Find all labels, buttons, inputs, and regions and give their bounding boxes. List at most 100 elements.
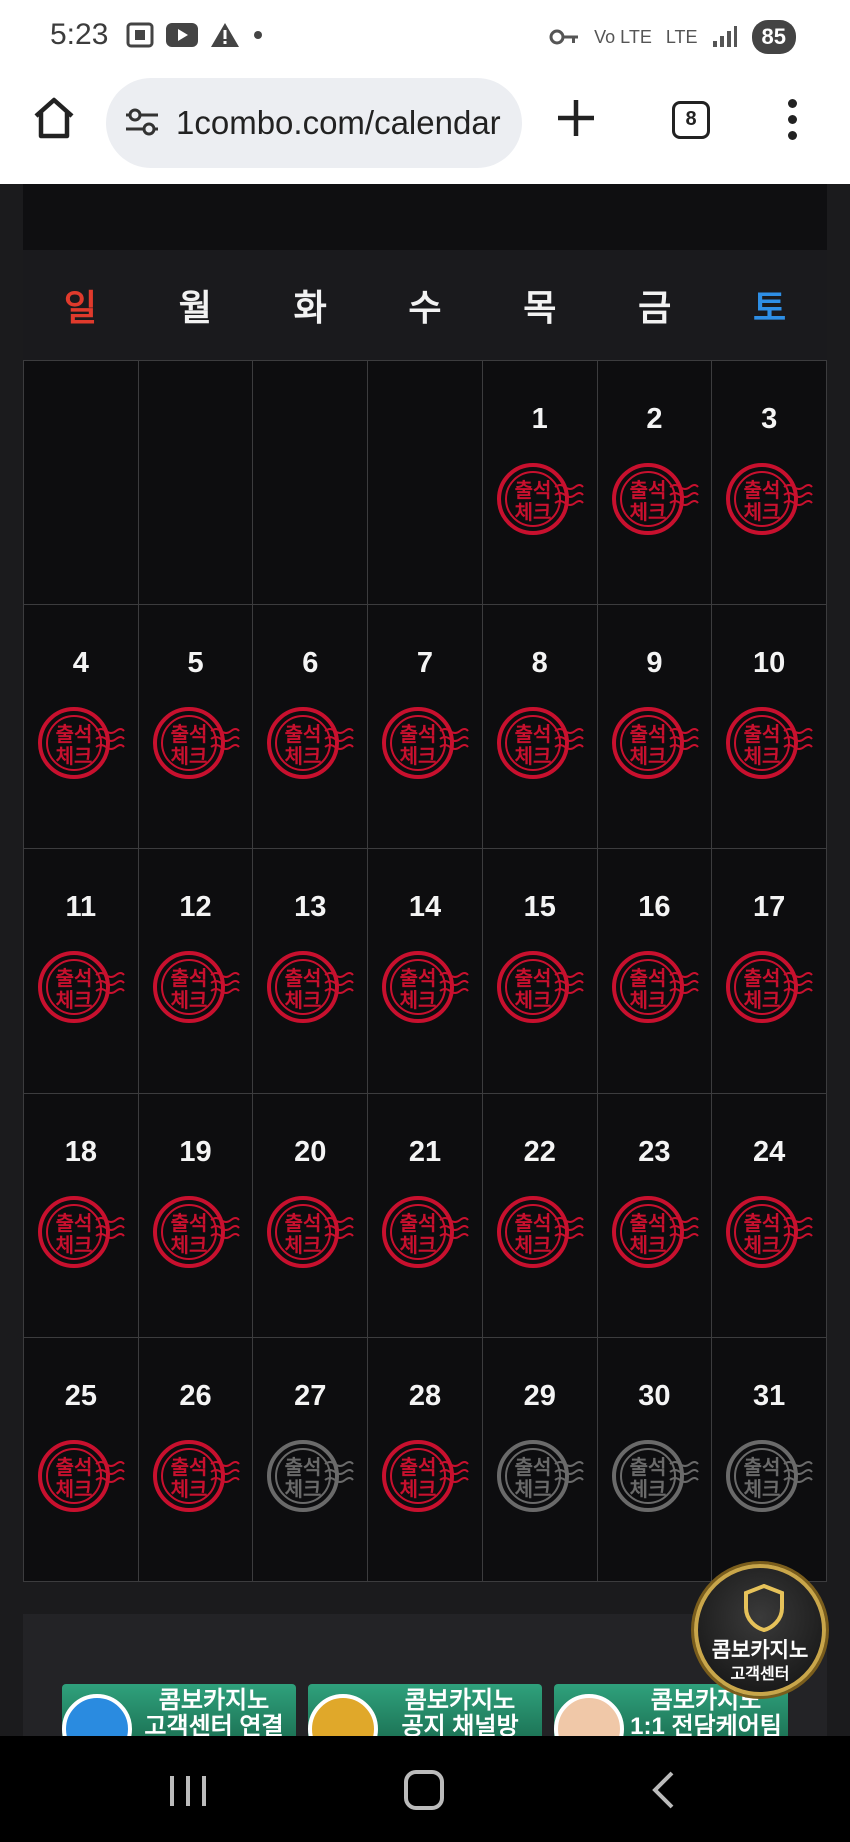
calendar-day[interactable]: 23 출석 체크 [597,1093,713,1338]
svg-text:체크: 체크 [285,1233,322,1257]
calendar-day[interactable]: 8 출석 체크 [482,605,598,850]
support-connect-banner[interactable]: 콤보카지노 고객센터 연결 [62,1684,296,1736]
customer-center-button[interactable]: 콤보카지노 고객센터 [694,1564,826,1696]
calendar-day[interactable]: 6 출석 체크 [253,605,369,850]
calendar-day[interactable]: 2 출석 체크 [597,361,713,606]
calendar-day[interactable]: 16 출석 체크 [597,849,713,1094]
notification-icons [126,22,264,48]
weekday-label: 화 [293,287,327,328]
day-number: 20 [294,1135,327,1168]
calendar-empty-cell [138,361,254,606]
battery-badge: 85 [751,20,796,54]
svg-text:출석: 출석 [170,1455,207,1479]
svg-text:체크: 체크 [400,1233,437,1257]
day-number: 24 [753,1135,786,1168]
day-number: 16 [638,891,671,924]
attendance-stamp-checked: 출석체크 [38,707,125,780]
key-icon [549,29,579,45]
attendance-stamp-checked: 출석체크 [152,951,240,1024]
calendar-day[interactable]: 30 출석 체크 [597,1337,713,1582]
attendance-stamp-checked: 출석체크 [382,707,469,780]
attendance-stamp-checked: 출석체크 [611,951,699,1024]
home-nav-icon[interactable] [404,1770,444,1810]
weekday-header: 일월화수목금토 [23,250,827,360]
calendar-empty-cell [253,361,369,606]
attendance-stamp-checked: 출석체크 [382,1439,469,1512]
day-number: 12 [179,891,212,924]
svg-text:체크: 체크 [400,744,437,768]
calendar-day[interactable]: 10 출석 체크 [712,605,827,850]
attendance-stamp-checked: 출석체크 [726,951,814,1024]
support-subtitle: 고객센터 [730,1666,790,1683]
telegram-icon [62,1694,132,1736]
calendar-day[interactable]: 1 출석 체크 [482,361,598,606]
svg-text:출석: 출석 [170,722,207,746]
recent-apps-icon[interactable] [168,1774,208,1808]
svg-text:체크: 체크 [514,500,551,524]
calendar-day[interactable]: 22 출석 체크 [482,1093,598,1338]
calendar-day[interactable]: 13 출석 체크 [253,849,369,1094]
calendar-day[interactable]: 25 출석 체크 [24,1337,139,1582]
attendance-stamp-checked: 출석체크 [38,1195,125,1268]
svg-text:출석: 출석 [285,1211,322,1235]
network-label: LTE [665,26,698,47]
weekday-label: 월 [178,287,212,328]
warning-icon [211,23,239,47]
calendar-day[interactable]: 4 출석 체크 [24,605,139,850]
day-number: 22 [523,1135,556,1168]
site-settings-icon[interactable] [124,106,160,138]
system-icons: Vo LTE LTE 85 [548,20,796,54]
calendar-day[interactable]: 21 출석 체크 [368,1093,483,1338]
calendar-day[interactable]: 29 출석 체크 [482,1337,598,1582]
notice-channel-banner[interactable]: 콤보카지노 공지 채널방 [308,1684,542,1736]
calendar-day[interactable]: 7 출석 체크 [368,605,483,850]
calendar-day[interactable]: 17 출석 체크 [712,849,827,1094]
bell-icon [308,1694,378,1736]
back-icon[interactable] [650,1770,676,1810]
attendance-stamp-empty: 출석체크 [726,1439,814,1512]
calendar-day[interactable]: 9 출석 체크 [597,605,713,850]
svg-text:출석: 출석 [744,722,781,746]
youtube-icon [166,23,198,47]
calendar-day[interactable]: 12 출석 체크 [138,849,254,1094]
calendar-day[interactable]: 20 출석 체크 [253,1093,369,1338]
svg-text:출석: 출석 [629,966,666,990]
attendance-stamp-checked: 출석체크 [38,1439,125,1512]
attendance-stamp-checked: 출석체크 [611,1195,699,1268]
page-content: 일월화수목금토 1 출석 체크 2 출석 체크 3 출석 체크 4 출석 체크 5 출석 체크 6 출석 체크 7 출… [0,184,850,1736]
calendar-day[interactable]: 27 출석 체크 [253,1337,369,1582]
svg-text:체크: 체크 [744,744,781,768]
tab-switcher-button[interactable]: 8 [672,101,710,139]
attendance-stamp-checked: 출석체크 [611,707,699,780]
attendance-stamp-checked: 출석체크 [152,1195,240,1268]
svg-text:체크: 체크 [170,1233,207,1257]
calendar-day[interactable]: 26 출석 체크 [138,1337,254,1582]
calendar-day[interactable]: 11 출석 체크 [24,849,139,1094]
weekday-label: 수 [408,287,442,328]
attendance-stamp-checked: 출석체크 [496,463,584,535]
calendar-day[interactable]: 5 출석 체크 [138,605,254,850]
calendar-day[interactable]: 3 출석 체크 [712,361,827,606]
day-number: 1 [531,403,548,435]
calendar-day[interactable]: 15 출석 체크 [482,849,598,1094]
svg-text:출석: 출석 [629,1455,666,1479]
calendar-day[interactable]: 19 출석 체크 [138,1093,254,1338]
address-bar[interactable]: 1combo.com/calendar [106,78,522,168]
svg-text:체크: 체크 [170,744,207,768]
attendance-stamp-checked: 출석체크 [726,1195,814,1268]
avatar-icon [554,1694,624,1736]
volte-label: Vo LTE [594,26,652,47]
calendar-day[interactable]: 28 출석 체크 [368,1337,483,1582]
calendar-day[interactable]: 18 출석 체크 [24,1093,139,1338]
day-number: 8 [531,647,548,680]
url-text[interactable]: 1combo.com/calendar [176,104,506,142]
new-tab-icon[interactable] [556,98,596,138]
home-icon[interactable] [30,94,78,142]
calendar-day[interactable]: 14 출석 체크 [368,849,483,1094]
more-menu-icon[interactable] [786,99,798,147]
day-number: 2 [646,403,663,435]
attendance-stamp-checked: 출석체크 [152,1439,240,1512]
day-number: 26 [179,1379,212,1412]
calendar-day[interactable]: 24 출석 체크 [712,1093,827,1338]
calendar-day[interactable]: 31 출석 체크 [712,1337,827,1582]
